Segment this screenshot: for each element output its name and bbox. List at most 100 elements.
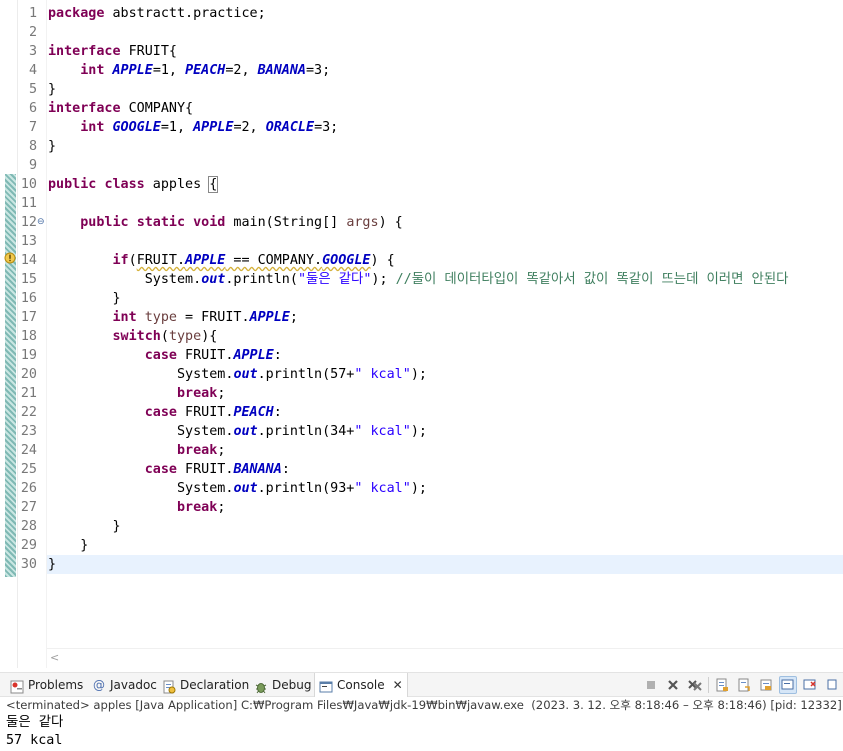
- line-number: 11: [20, 196, 37, 211]
- code-text[interactable]: }: [48, 137, 56, 156]
- horizontal-scrollbar[interactable]: <: [47, 648, 843, 668]
- code-text[interactable]: public class apples {: [48, 175, 219, 194]
- code-line[interactable]: 21 break;: [0, 384, 843, 403]
- line-number: 10: [20, 177, 37, 192]
- code-text[interactable]: public static void main(String[] args) {: [48, 213, 403, 232]
- tab-declaration[interactable]: Declaration: [158, 673, 253, 697]
- code-line[interactable]: 6 interface COMPANY{: [0, 99, 843, 118]
- console-output[interactable]: <terminated> apples [Java Application] C…: [0, 697, 843, 751]
- code-line[interactable]: 7 int GOOGLE=1, APPLE=2, ORACLE=3;: [0, 118, 843, 137]
- code-line[interactable]: 28 }: [0, 517, 843, 536]
- code-text[interactable]: break;: [48, 384, 225, 403]
- code-line[interactable]: 18 switch(type){: [0, 327, 843, 346]
- code-line[interactable]: 12 public static void main(String[] args…: [0, 213, 843, 232]
- line-number: 16: [20, 291, 37, 306]
- code-text[interactable]: System.out.println(57+" kcal");: [48, 365, 427, 384]
- code-line[interactable]: 8}: [0, 137, 843, 156]
- bug-icon: [254, 678, 268, 694]
- code-text[interactable]: switch(type){: [48, 327, 218, 346]
- code-line[interactable]: 3 interface FRUIT{: [0, 42, 843, 61]
- code-text[interactable]: }: [48, 289, 120, 308]
- show-on-output-icon[interactable]: [757, 676, 775, 694]
- code-line[interactable]: 25 case FRUIT.BANANA:: [0, 460, 843, 479]
- code-text[interactable]: int type = FRUIT.APPLE;: [48, 308, 298, 327]
- code-line[interactable]: 17 int type = FRUIT.APPLE;: [0, 308, 843, 327]
- line-number: 18: [20, 329, 37, 344]
- line-number: 26: [20, 481, 37, 496]
- code-line[interactable]: 24 break;: [0, 441, 843, 460]
- code-text[interactable]: interface COMPANY{: [48, 99, 193, 118]
- code-text[interactable]: if(FRUIT.APPLE == COMPANY.GOOGLE) {: [48, 251, 395, 270]
- remove-launch-icon[interactable]: [664, 676, 682, 694]
- code-line[interactable]: 27 break;: [0, 498, 843, 517]
- code-text[interactable]: case FRUIT.BANANA:: [48, 460, 290, 479]
- line-number: 24: [20, 443, 37, 458]
- code-text[interactable]: break;: [48, 441, 225, 460]
- code-line[interactable]: 29 }: [0, 536, 843, 555]
- code-line[interactable]: 23 System.out.println(34+" kcal");: [0, 422, 843, 441]
- line-number: 1: [28, 6, 37, 21]
- line-number: 19: [20, 348, 37, 363]
- code-text[interactable]: System.out.println(34+" kcal");: [48, 422, 427, 441]
- code-line[interactable]: 20 System.out.println(57+" kcal");: [0, 365, 843, 384]
- line-number: 22: [20, 405, 37, 420]
- tab-problems[interactable]: Problems: [6, 673, 87, 697]
- line-number: 27: [20, 500, 37, 515]
- code-text[interactable]: }: [48, 536, 88, 555]
- display-console-icon[interactable]: [801, 676, 819, 694]
- code-text[interactable]: }: [48, 80, 56, 99]
- code-text[interactable]: }: [48, 555, 56, 574]
- tab-javadoc[interactable]: @ Javadoc: [88, 673, 161, 697]
- close-icon[interactable]: ✕: [393, 673, 403, 697]
- code-text[interactable]: case FRUIT.PEACH:: [48, 403, 282, 422]
- code-line[interactable]: 1 package abstractt.practice;: [0, 4, 843, 23]
- code-line[interactable]: 13: [0, 232, 843, 251]
- scroll-left-icon[interactable]: <: [50, 651, 59, 664]
- scroll-lock-icon[interactable]: [713, 676, 731, 694]
- remove-all-icon[interactable]: [686, 676, 704, 694]
- warning-icon[interactable]: [4, 252, 16, 264]
- code-line[interactable]: 11: [0, 194, 843, 213]
- code-line[interactable]: 2: [0, 23, 843, 42]
- line-number: 13: [20, 234, 37, 249]
- code-text[interactable]: System.out.println(93+" kcal");: [48, 479, 427, 498]
- code-line[interactable]: 4 int APPLE=1, PEACH=2, BANANA=3;: [0, 61, 843, 80]
- line-number: 20: [20, 367, 37, 382]
- tab-console[interactable]: Console ✕: [314, 673, 408, 697]
- stop-icon[interactable]: [642, 676, 660, 694]
- code-line[interactable]: 15 System.out.println("둘은 같다"); //둘이 데이터…: [0, 270, 843, 289]
- code-line[interactable]: 14 if(FRUIT.APPLE == COMPANY.GOOGLE) {: [0, 251, 843, 270]
- code-line[interactable]: 26 System.out.println(93+" kcal");: [0, 479, 843, 498]
- line-number: 14: [20, 253, 37, 268]
- console-toolbar: [642, 675, 843, 695]
- pin-console-icon[interactable]: [779, 676, 797, 694]
- code-text[interactable]: int GOOGLE=1, APPLE=2, ORACLE=3;: [48, 118, 338, 137]
- code-text[interactable]: case FRUIT.APPLE:: [48, 346, 282, 365]
- problems-icon: [10, 678, 24, 694]
- code-line[interactable]: 5}: [0, 80, 843, 99]
- fold-collapse-icon[interactable]: ⊖: [37, 217, 45, 227]
- console-status-line: <terminated> apples [Java Application] C…: [6, 698, 842, 712]
- line-number: 17: [20, 310, 37, 325]
- code-line[interactable]: 30}: [0, 555, 843, 574]
- code-line[interactable]: 9: [0, 156, 843, 175]
- code-text[interactable]: interface FRUIT{: [48, 42, 177, 61]
- code-text[interactable]: }: [48, 517, 120, 536]
- line-number: 30: [20, 557, 37, 572]
- code-line[interactable]: 16 }: [0, 289, 843, 308]
- line-number: 15: [20, 272, 37, 287]
- code-text[interactable]: int APPLE=1, PEACH=2, BANANA=3;: [48, 61, 330, 80]
- code-text[interactable]: break;: [48, 498, 225, 517]
- word-wrap-icon[interactable]: [735, 676, 753, 694]
- open-console-icon[interactable]: [823, 676, 841, 694]
- code-text[interactable]: System.out.println("둘은 같다"); //둘이 데이터타입이…: [48, 270, 789, 289]
- code-line[interactable]: 10 public class apples {: [0, 175, 843, 194]
- line-number: 3: [28, 44, 37, 59]
- console-output-line: 57 kcal: [6, 733, 63, 748]
- code-line[interactable]: 19 case FRUIT.APPLE:: [0, 346, 843, 365]
- code-editor[interactable]: 1 package abstractt.practice; 2 3 interface …: [0, 0, 843, 668]
- tab-debug[interactable]: Debug: [250, 673, 315, 697]
- code-line[interactable]: 22 case FRUIT.PEACH:: [0, 403, 843, 422]
- line-number: 25: [20, 462, 37, 477]
- code-text[interactable]: package abstractt.practice;: [48, 4, 266, 23]
